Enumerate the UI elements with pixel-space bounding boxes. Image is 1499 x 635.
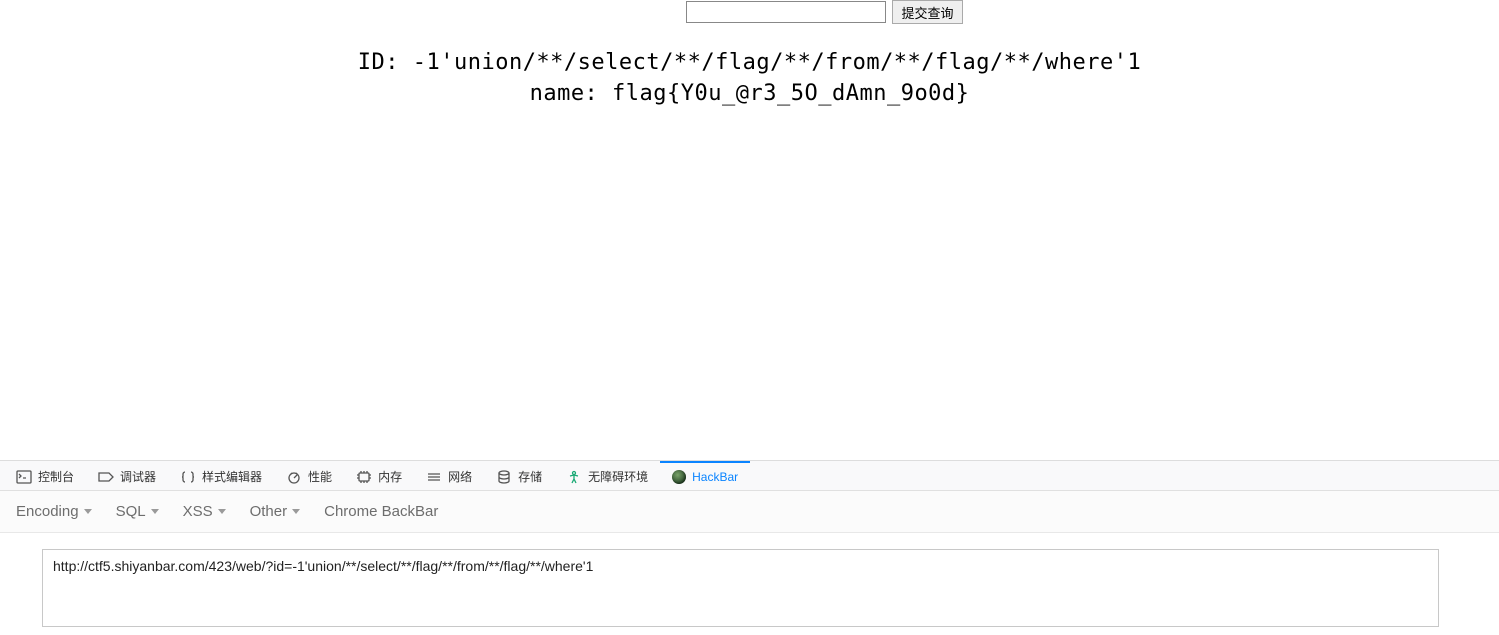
tab-label: 性能 <box>308 468 332 485</box>
tab-network[interactable]: 网络 <box>414 461 484 490</box>
hackbar-toolbar: Encoding SQL XSS Other Chrome BackBar <box>0 491 1499 533</box>
tab-label: 调试器 <box>120 468 156 485</box>
query-form: 提交查询 <box>150 0 1499 24</box>
devtools-tabbar: 控制台 调试器 样式编辑器 性能 内存 <box>0 461 1499 491</box>
tab-storage[interactable]: 存储 <box>484 461 554 490</box>
menu-chrome-backbar[interactable]: Chrome BackBar <box>324 503 438 520</box>
tab-performance[interactable]: 性能 <box>274 461 344 490</box>
network-icon <box>426 470 442 484</box>
menu-xss[interactable]: XSS <box>183 503 226 520</box>
tab-label: 网络 <box>448 468 472 485</box>
menu-label: SQL <box>116 503 146 520</box>
query-result: ID: -1'union/**/select/**/flag/**/from/*… <box>0 48 1499 110</box>
url-input[interactable] <box>42 549 1439 627</box>
tab-label: 内存 <box>378 468 402 485</box>
devtools-panel: 控制台 调试器 样式编辑器 性能 内存 <box>0 460 1499 635</box>
accessibility-icon <box>566 470 582 484</box>
style-editor-icon <box>180 470 196 484</box>
tab-label: 样式编辑器 <box>202 468 262 485</box>
hackbar-url-area <box>0 533 1499 635</box>
tab-label: 无障碍环境 <box>588 468 648 485</box>
menu-label: Other <box>250 503 288 520</box>
tab-console[interactable]: 控制台 <box>4 461 86 490</box>
page-content: 提交查询 ID: -1'union/**/select/**/flag/**/f… <box>0 0 1499 110</box>
menu-label: Encoding <box>16 503 79 520</box>
result-id-line: ID: -1'union/**/select/**/flag/**/from/*… <box>0 48 1499 79</box>
performance-icon <box>286 470 302 484</box>
memory-icon <box>356 470 372 484</box>
tab-label: 控制台 <box>38 468 74 485</box>
result-name-line: name: flag{Y0u_@r3_5O_dAmn_9o0d} <box>0 79 1499 110</box>
debugger-icon <box>98 470 114 484</box>
menu-label: Chrome BackBar <box>324 503 438 520</box>
tab-memory[interactable]: 内存 <box>344 461 414 490</box>
submit-button[interactable]: 提交查询 <box>892 0 962 24</box>
caret-down-icon <box>151 509 159 514</box>
hackbar-icon <box>672 470 686 484</box>
menu-encoding[interactable]: Encoding <box>16 503 92 520</box>
tab-style-editor[interactable]: 样式编辑器 <box>168 461 274 490</box>
menu-other[interactable]: Other <box>250 503 301 520</box>
menu-label: XSS <box>183 503 213 520</box>
tab-label: 存储 <box>518 468 542 485</box>
caret-down-icon <box>292 509 300 514</box>
console-icon <box>16 470 32 484</box>
tab-debugger[interactable]: 调试器 <box>86 461 168 490</box>
query-input[interactable] <box>686 1 886 23</box>
caret-down-icon <box>84 509 92 514</box>
menu-sql[interactable]: SQL <box>116 503 159 520</box>
storage-icon <box>496 470 512 484</box>
caret-down-icon <box>218 509 226 514</box>
tab-hackbar[interactable]: HackBar <box>660 461 750 490</box>
tab-label: HackBar <box>692 470 738 484</box>
tab-accessibility[interactable]: 无障碍环境 <box>554 461 660 490</box>
